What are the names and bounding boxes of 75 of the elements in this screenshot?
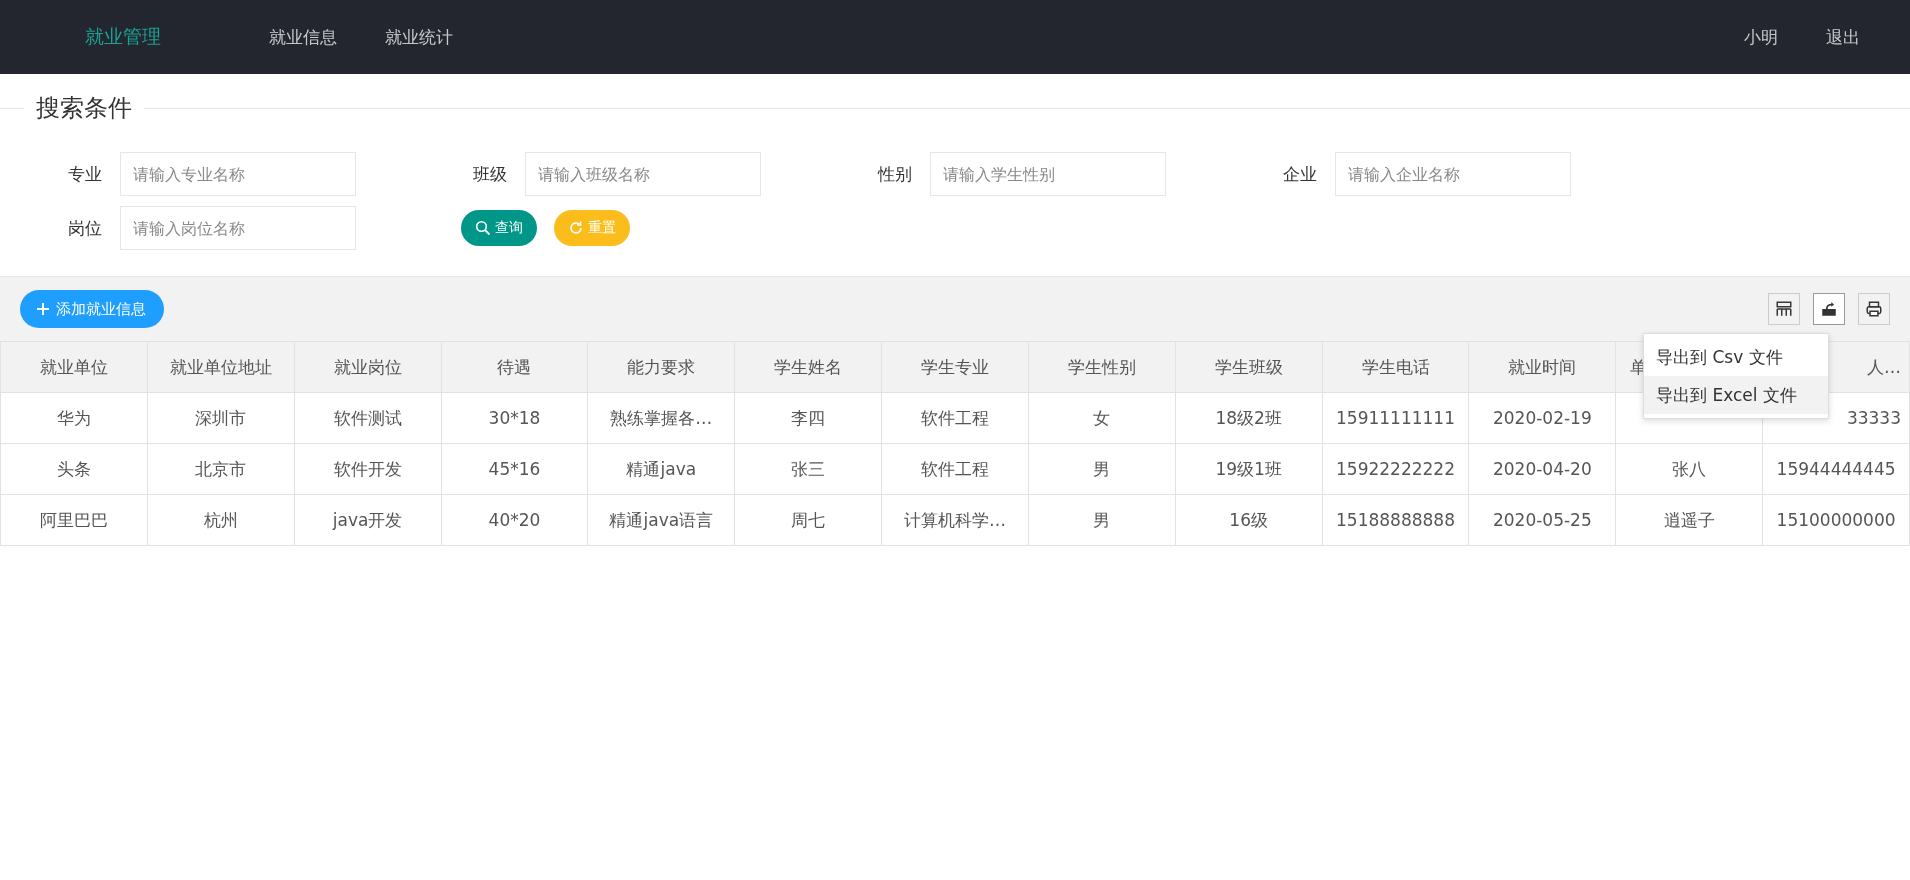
table-cell: 男 [1028, 494, 1176, 546]
table-cell: 女 [1028, 392, 1176, 444]
table-cell: 周七 [734, 494, 882, 546]
field-label: 岗位 [67, 216, 103, 240]
table-cell: 18级2班 [1175, 392, 1323, 444]
table-cell: 15100000000 [1762, 494, 1910, 546]
table-cell: 40*20 [441, 494, 588, 546]
table-cell: 30*18 [441, 392, 588, 444]
menu-item[interactable]: 导出到 Excel 文件 [1644, 376, 1828, 414]
nav-brand[interactable]: 就业管理 [85, 24, 161, 50]
export-icon [1820, 300, 1838, 318]
table-cell: 2020-02-19 [1468, 392, 1616, 444]
table-cell: 张三 [734, 443, 882, 495]
field-label: 专业 [67, 162, 103, 186]
table-cell: 软件工程 [881, 443, 1029, 495]
table-cell: 软件工程 [881, 392, 1029, 444]
table-cell: 李四 [734, 392, 882, 444]
table-cell: 16级 [1175, 494, 1323, 546]
refresh-icon [568, 220, 584, 236]
table-cell: 2020-05-25 [1468, 494, 1616, 546]
user-name[interactable]: 小明 [1744, 25, 1778, 49]
column-header: 学生班级 [1175, 341, 1323, 393]
export-button[interactable] [1813, 293, 1845, 325]
table-cell: 2020-04-20 [1468, 443, 1616, 495]
print-button[interactable] [1858, 293, 1890, 325]
column-header: 就业单位 [0, 341, 148, 393]
field-label: 企业 [1282, 162, 1318, 186]
print-icon [1865, 300, 1883, 318]
table-cell: 15922222222 [1322, 443, 1469, 495]
search-icon [475, 220, 491, 236]
search-button[interactable]: 查询 [461, 210, 537, 246]
table-cell: 19级1班 [1175, 443, 1323, 495]
table-cell: 头条 [0, 443, 148, 495]
table-cell: 深圳市 [147, 392, 295, 444]
columns-button[interactable] [1768, 293, 1800, 325]
table-cell: 北京市 [147, 443, 295, 495]
logout-link[interactable]: 退出 [1826, 25, 1860, 49]
table-cell: 软件开发 [294, 443, 442, 495]
table-cell: 张八 [1615, 443, 1763, 495]
input-field[interactable]: 请输入专业名称 [120, 152, 356, 196]
table-cell: 精通java语言 [587, 494, 735, 546]
table-cell: 软件测试 [294, 392, 442, 444]
column-header: 能力要求 [587, 341, 735, 393]
table-cell: 熟练掌握各… [587, 392, 735, 444]
column-header: 就业单位地址 [147, 341, 295, 393]
table-cell: 45*16 [441, 443, 588, 495]
table-cell: 男 [1028, 443, 1176, 495]
input-field[interactable]: 请输入岗位名称 [120, 206, 356, 250]
nav-link[interactable]: 就业统计 [385, 25, 453, 49]
column-header: 学生性别 [1028, 341, 1176, 393]
input-field[interactable]: 请输入学生性别 [930, 152, 1166, 196]
column-header: 学生电话 [1322, 341, 1469, 393]
field-label: 班级 [472, 162, 508, 186]
table-cell: 逍遥子 [1615, 494, 1763, 546]
table-cell: 15911111111 [1322, 392, 1469, 444]
table-cell: 15944444445 [1762, 443, 1910, 495]
column-header: 就业岗位 [294, 341, 442, 393]
column-header: 学生专业 [881, 341, 1029, 393]
nav-link[interactable]: 就业信息 [269, 25, 337, 49]
column-header: 待遇 [441, 341, 588, 393]
columns-icon [1775, 300, 1793, 318]
field-label: 性别 [876, 162, 913, 186]
table-cell: 15188888888 [1322, 494, 1469, 546]
table-cell: 计算机科学… [881, 494, 1029, 546]
table-cell: java开发 [294, 494, 442, 546]
search-title: 搜索条件 [35, 93, 133, 124]
plus-icon [36, 302, 50, 316]
column-header: 学生姓名 [734, 341, 882, 393]
table-cell: 阿里巴巴 [0, 494, 148, 546]
column-header: 就业时间 [1468, 341, 1616, 393]
table-cell: 华为 [0, 392, 148, 444]
input-field[interactable]: 请输入企业名称 [1335, 152, 1571, 196]
table-cell: 杭州 [147, 494, 295, 546]
input-field[interactable]: 请输入班级名称 [525, 152, 761, 196]
table-cell: 精通java [587, 443, 735, 495]
